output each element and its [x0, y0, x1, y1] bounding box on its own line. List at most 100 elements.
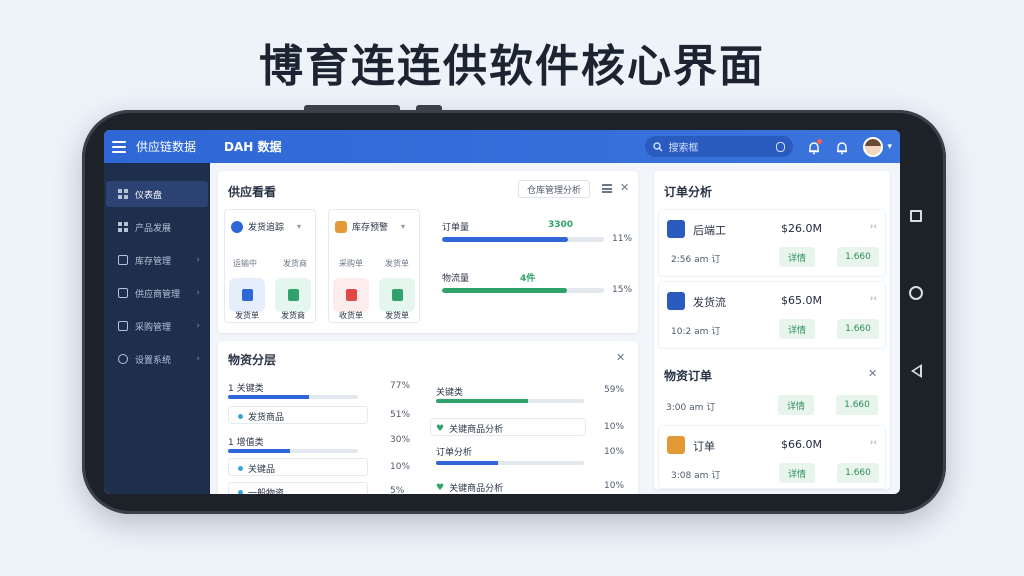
category-bar-fill — [436, 461, 499, 465]
android-nav — [904, 210, 928, 378]
check-document-icon — [391, 289, 403, 301]
mini-sub-label: 运输中 — [233, 259, 257, 268]
details-button[interactable]: 详情 — [779, 247, 815, 267]
sidebar-item-suppliers[interactable]: 供应商管理 › — [106, 280, 208, 306]
tile-label: 收货单 — [339, 311, 363, 320]
chevron-down-icon: ▾ — [297, 222, 302, 231]
tile-shipment-order[interactable] — [229, 278, 265, 312]
more-icon[interactable]: ›‹ — [870, 294, 877, 304]
chevron-down-icon[interactable]: ▾ — [887, 142, 892, 152]
meter-value: 3300 — [548, 220, 574, 230]
box-icon — [118, 255, 128, 265]
page-headline: 博育连连供软件核心界面 — [259, 41, 765, 92]
category-bar — [228, 449, 358, 453]
category-pct: 77% — [390, 381, 411, 391]
meter-label: 订单量 — [442, 223, 470, 233]
search-placeholder: 搜索框 — [668, 143, 699, 154]
avatar[interactable] — [863, 136, 884, 157]
order-icon — [667, 292, 685, 310]
chevron-right-icon: › — [196, 288, 200, 298]
menu-icon[interactable] — [112, 140, 126, 153]
tile-label: 发货单 — [385, 311, 409, 320]
value-button[interactable]: 1.660 — [836, 395, 878, 415]
order-card[interactable]: 发货流 $65.0M ›‹ 10:2 am 订 详情 1.660 — [658, 281, 886, 349]
search-input[interactable]: 搜索框 — [645, 136, 794, 157]
category-pct: 10% — [604, 481, 625, 491]
category-pct: 10% — [604, 447, 625, 457]
category-bar-fill — [436, 399, 528, 403]
mini-sub-label: 发货单 — [385, 259, 409, 268]
order-time: 3:08 am 订 — [671, 471, 721, 481]
category-title: 物资分层 — [228, 353, 277, 367]
bullet-icon — [238, 466, 243, 471]
order-volume-bar — [442, 237, 604, 242]
search-icon — [653, 141, 663, 151]
recents-button-icon[interactable] — [910, 210, 922, 222]
heart-icon: ♥ — [436, 423, 445, 434]
tile-shipper[interactable] — [275, 278, 311, 312]
home-button-icon[interactable] — [909, 286, 923, 300]
back-button-icon[interactable] — [910, 364, 922, 378]
details-button[interactable]: 详情 — [778, 395, 814, 415]
details-button[interactable]: 详情 — [779, 463, 815, 483]
value-button[interactable]: 1.660 — [837, 463, 879, 483]
voice-icon[interactable] — [776, 141, 786, 152]
tile-label: 发货单 — [235, 311, 259, 320]
more-icon[interactable]: ›‹ — [870, 222, 877, 232]
warehouse-title: 供应看看 — [228, 185, 277, 199]
order-name: 发货流 — [693, 296, 726, 309]
category-pct: 10% — [604, 422, 625, 432]
order-card[interactable]: 订单 $66.0M ›‹ 3:08 am 订 详情 1.660 — [658, 425, 886, 489]
phone-frame: 供应链数据 DAH 数据 搜索框 ▾ 仪表盘 产品发展 库存管理 › 供应商管理… — [82, 105, 946, 514]
list-icon[interactable] — [602, 184, 612, 193]
close-icon[interactable]: ✕ — [616, 351, 625, 364]
warehouse-card: 供应看看 仓库管理分析 ✕ 发货追踪 ▾ 运输中 发货商 发货单 发货商 库存预… — [218, 171, 638, 333]
category-row: 一般物资 — [238, 486, 284, 494]
sidebar-item-products[interactable]: 产品发展 — [106, 214, 208, 240]
value-button[interactable]: 1.660 — [837, 319, 879, 339]
value-button[interactable]: 1.660 — [837, 247, 879, 267]
box-icon — [335, 220, 347, 233]
sidebar-item-purchasing[interactable]: 采购管理 › — [106, 313, 208, 339]
category-bar-fill — [228, 395, 309, 399]
notification-icon[interactable] — [807, 138, 823, 154]
tile-receipt[interactable] — [333, 278, 369, 312]
chevron-right-icon: › — [196, 354, 200, 364]
category-pct: 59% — [604, 385, 625, 395]
volume-button — [304, 105, 400, 111]
category-pct: 51% — [390, 410, 411, 420]
category-row: 关键类 — [436, 388, 464, 398]
inventory-alert-head[interactable]: 库存预警 ▾ — [335, 220, 405, 233]
calendar-icon — [345, 289, 357, 301]
shipment-tracking-head[interactable]: 发货追踪 ▾ — [231, 220, 301, 233]
tile-label: 发货商 — [281, 311, 305, 320]
sidebar-item-label: 设置系统 — [135, 355, 172, 366]
sidebar-item-dashboard[interactable]: 仪表盘 — [106, 181, 208, 207]
details-button[interactable]: 详情 — [779, 319, 815, 339]
sidebar-item-inventory[interactable]: 库存管理 › — [106, 247, 208, 273]
mini-sub-label: 发货商 — [283, 259, 307, 268]
bell-icon[interactable] — [835, 140, 849, 154]
sidebar-item-settings[interactable]: 设置系统 › — [106, 346, 208, 372]
tile-delivery-note[interactable] — [379, 278, 415, 312]
page-title: DAH 数据 — [224, 140, 282, 154]
meter-value: 4件 — [520, 274, 536, 284]
category-card: 物资分层 ✕ 1 关键类 77% 发货商品 51% 1 增值类 30% 关键品 … — [218, 341, 638, 494]
close-icon[interactable]: ✕ — [868, 367, 877, 380]
sidebar-item-label: 库存管理 — [135, 256, 172, 267]
meter-label: 物流量 — [442, 274, 470, 284]
inventory-alert-panel: 库存预警 ▾ 采购单 发货单 收货单 发货单 — [328, 209, 420, 323]
document-icon — [241, 289, 253, 301]
order-card[interactable]: 后端工 $26.0M ›‹ 2:56 am 订 详情 1.660 — [658, 209, 886, 277]
category-row: ♥ 关键商品分析 — [436, 482, 504, 495]
warehouse-analysis-button[interactable]: 仓库管理分析 — [518, 180, 591, 198]
more-icon[interactable]: ›‹ — [870, 438, 877, 448]
order-amount: $66.0M — [781, 438, 822, 451]
truck-icon — [118, 288, 128, 298]
logistics-fill — [442, 288, 567, 293]
order-time: 10:2 am 订 — [671, 327, 721, 337]
category-row: 1 增值类 — [228, 438, 264, 448]
close-icon[interactable]: ✕ — [620, 181, 629, 194]
category-row: 1 关键类 — [228, 384, 264, 394]
gear-icon — [118, 354, 128, 364]
